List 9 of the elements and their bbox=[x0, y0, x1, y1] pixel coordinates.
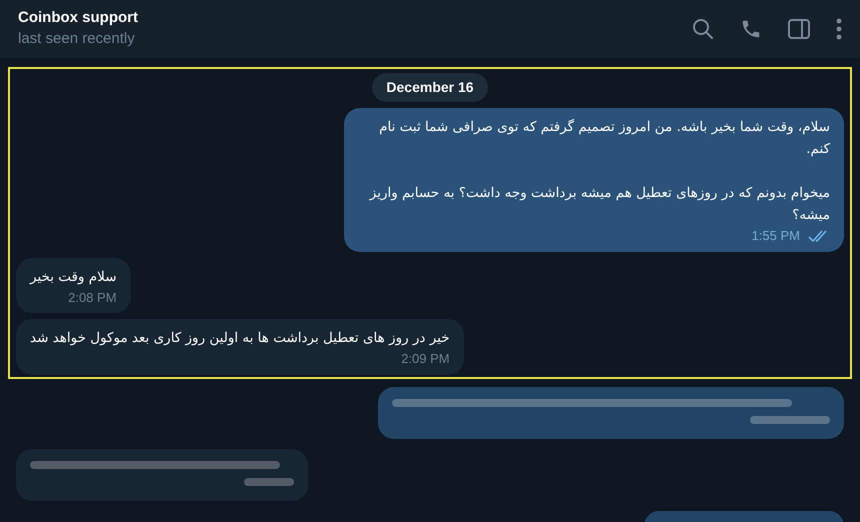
message-time: 2:09 PM bbox=[401, 350, 450, 368]
message-text: سلام، وقت شما بخیر باشه. من امروز تصمیم گرفتم که توی صرافی شما ثبت نام کنم. میخوام بدونم که در روزهای تعطیل هم میشه برداشت وجه داشت؟ به حسابم واریز میشه؟ bbox=[368, 118, 830, 225]
chat-title: Coinbox support bbox=[18, 8, 139, 28]
message-text: خیر در روز های تعطیل برداشت ها به اولین روز کاری بعد موکول خواهد شد bbox=[30, 329, 450, 348]
message-text: سلام وقت بخیر bbox=[30, 268, 117, 286]
contact-status: last seen recently bbox=[18, 29, 136, 49]
date-separator: December 16 bbox=[372, 73, 488, 102]
message-time: 2:08 PM bbox=[68, 288, 117, 306]
message-time: 1:55 PM bbox=[752, 227, 800, 245]
